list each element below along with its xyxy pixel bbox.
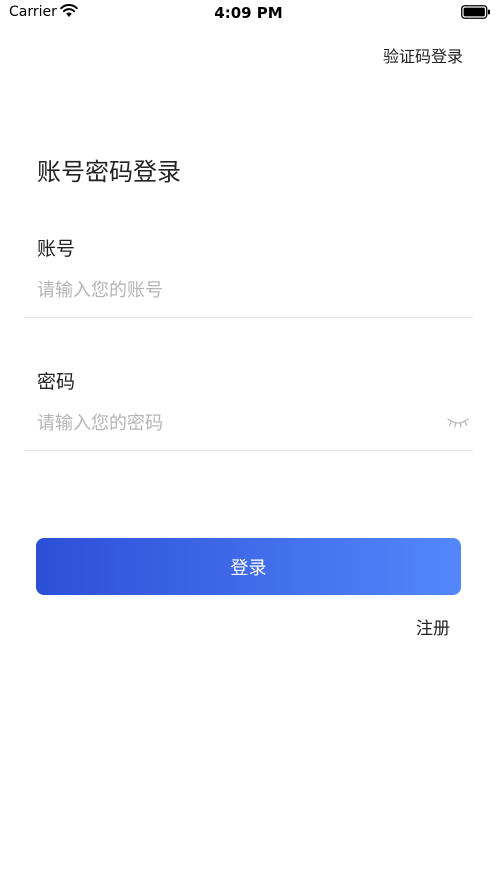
password-label: 密码: [37, 371, 76, 393]
battery-icon: [461, 5, 490, 19]
password-input[interactable]: [37, 409, 427, 437]
page-title: 账号密码登录: [37, 158, 181, 186]
register-link[interactable]: 注册: [416, 614, 450, 639]
account-divider: [24, 317, 473, 318]
account-input[interactable]: [37, 276, 437, 304]
status-bar: Carrier 4:09 PM: [0, 0, 497, 26]
eye-closed-icon[interactable]: [446, 414, 470, 430]
password-divider: [24, 450, 473, 451]
sms-login-link[interactable]: 验证码登录: [383, 43, 463, 67]
account-label: 账号: [37, 238, 76, 260]
login-button[interactable]: 登录: [36, 538, 461, 595]
status-time: 4:09 PM: [214, 4, 283, 22]
